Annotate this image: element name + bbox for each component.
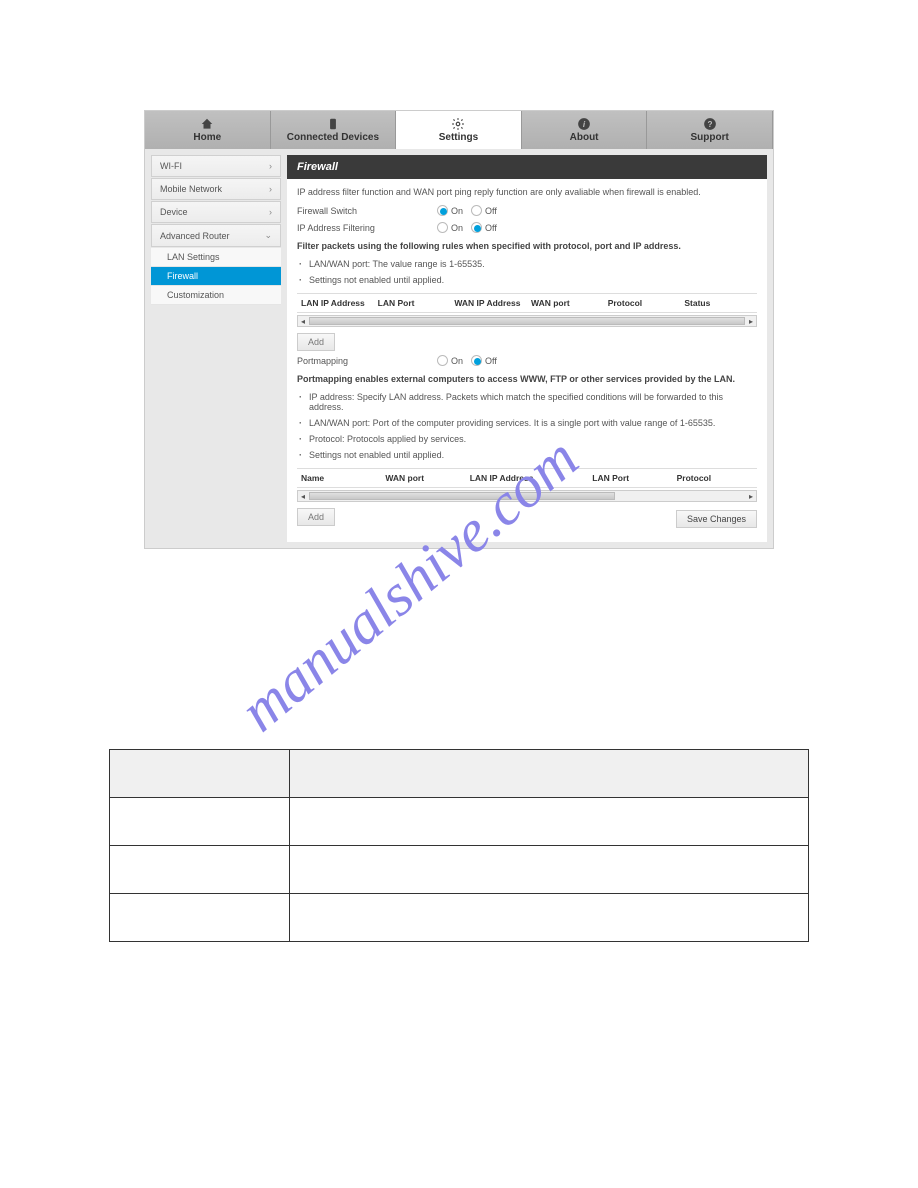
th-lan-port: LAN Port (588, 473, 672, 483)
sidebar-item-customization[interactable]: Customization (151, 286, 281, 305)
nav-label: Settings (439, 132, 478, 143)
sidebar-label: WI-FI (160, 161, 182, 171)
scroll-thumb (309, 492, 615, 500)
radio-on-icon (471, 355, 482, 366)
scroll-left-icon: ◂ (298, 317, 308, 326)
scroll-right-icon: ▸ (746, 492, 756, 501)
table-header-cell (290, 750, 809, 798)
ipfilter-on-radio[interactable]: On (437, 222, 463, 233)
ip-filtering-row: IP Address Filtering On Off (297, 222, 757, 233)
save-changes-button[interactable]: Save Changes (676, 510, 757, 528)
scroll-right-icon: ▸ (746, 317, 756, 326)
firewall-off-radio[interactable]: Off (471, 205, 497, 216)
th-lan-port: LAN Port (374, 298, 451, 308)
top-nav: Home Connected Devices Settings i About … (145, 111, 773, 149)
horizontal-scrollbar[interactable]: ◂ ▸ (297, 315, 757, 327)
setting-label: Portmapping (297, 356, 437, 366)
sidebar-item-advanced[interactable]: Advanced Router ⌄ (151, 224, 281, 247)
bullet-text: Settings not enabled until applied. (297, 450, 757, 460)
nav-settings[interactable]: Settings (396, 111, 522, 149)
th-protocol: Protocol (673, 473, 757, 483)
panel-title: Firewall (287, 155, 767, 179)
bullet-text: IP address: Specify LAN address. Packets… (297, 392, 757, 412)
intro-text: IP address filter function and WAN port … (297, 187, 757, 197)
nav-label: About (570, 132, 599, 143)
radio-on-icon (437, 205, 448, 216)
firewall-switch-row: Firewall Switch On Off (297, 205, 757, 216)
filter-description: Filter packets using the following rules… (297, 241, 757, 251)
chevron-right-icon: › (269, 184, 272, 194)
sidebar-item-mobile[interactable]: Mobile Network › (151, 178, 281, 200)
sidebar-label: Device (160, 207, 188, 217)
ipfilter-off-radio[interactable]: Off (471, 222, 497, 233)
setting-label: Firewall Switch (297, 206, 437, 216)
device-icon (326, 117, 340, 131)
sidebar-item-wifi[interactable]: WI-FI › (151, 155, 281, 177)
content-panel: Firewall IP address filter function and … (287, 155, 767, 542)
sidebar-item-device[interactable]: Device › (151, 201, 281, 223)
router-admin-ui: Home Connected Devices Settings i About … (144, 110, 774, 549)
portmap-on-radio[interactable]: On (437, 355, 463, 366)
scroll-thumb (309, 317, 745, 325)
svg-text:?: ? (707, 120, 712, 129)
radio-off-icon (471, 205, 482, 216)
th-wan-ip: WAN IP Address (450, 298, 527, 308)
th-status: Status (680, 298, 757, 308)
portmap-table-header: Name WAN port LAN IP Address LAN Port Pr… (297, 468, 757, 488)
th-lan-ip: LAN IP Address (297, 298, 374, 308)
sidebar: WI-FI › Mobile Network › Device › Advanc… (151, 155, 281, 542)
th-wan-port: WAN port (527, 298, 604, 308)
radio-off-icon (437, 222, 448, 233)
th-protocol: Protocol (604, 298, 681, 308)
sidebar-label: Advanced Router (160, 231, 230, 241)
th-lan-ip: LAN IP Address (466, 473, 589, 483)
gear-icon (451, 117, 465, 131)
sidebar-item-lan-settings[interactable]: LAN Settings (151, 248, 281, 267)
th-wan-port: WAN port (381, 473, 465, 483)
table-header-cell (110, 750, 290, 798)
help-icon: ? (703, 117, 717, 131)
info-table (109, 749, 809, 942)
nav-label: Connected Devices (287, 132, 379, 143)
table-cell (290, 894, 809, 942)
nav-about[interactable]: i About (522, 111, 648, 149)
sidebar-item-firewall[interactable]: Firewall (151, 267, 281, 286)
bullet-text: LAN/WAN port: The value range is 1-65535… (297, 259, 757, 269)
nav-label: Home (193, 132, 221, 143)
horizontal-scrollbar[interactable]: ◂ ▸ (297, 490, 757, 502)
setting-label: IP Address Filtering (297, 223, 437, 233)
portmap-off-radio[interactable]: Off (471, 355, 497, 366)
nav-connected-devices[interactable]: Connected Devices (271, 111, 397, 149)
nav-home[interactable]: Home (145, 111, 271, 149)
chevron-right-icon: › (269, 207, 272, 217)
chevron-down-icon: ⌄ (264, 230, 272, 241)
radio-off-icon (437, 355, 448, 366)
bullet-text: Settings not enabled until applied. (297, 275, 757, 285)
table-cell (110, 798, 290, 846)
bullet-text: LAN/WAN port: Port of the computer provi… (297, 418, 757, 428)
table-cell (110, 894, 290, 942)
th-name: Name (297, 473, 381, 483)
add-portmap-button[interactable]: Add (297, 508, 335, 526)
sidebar-label: Mobile Network (160, 184, 222, 194)
table-cell (290, 846, 809, 894)
filter-table-header: LAN IP Address LAN Port WAN IP Address W… (297, 293, 757, 313)
scroll-left-icon: ◂ (298, 492, 308, 501)
chevron-right-icon: › (269, 161, 272, 171)
info-icon: i (577, 117, 591, 131)
nav-support[interactable]: ? Support (647, 111, 773, 149)
home-icon (200, 117, 214, 131)
portmap-description: Portmapping enables external computers t… (297, 374, 757, 384)
nav-label: Support (691, 132, 729, 143)
radio-on-icon (471, 222, 482, 233)
table-cell (290, 798, 809, 846)
bullet-text: Protocol: Protocols applied by services. (297, 434, 757, 444)
add-filter-button[interactable]: Add (297, 333, 335, 351)
table-cell (110, 846, 290, 894)
firewall-on-radio[interactable]: On (437, 205, 463, 216)
portmapping-row: Portmapping On Off (297, 355, 757, 366)
